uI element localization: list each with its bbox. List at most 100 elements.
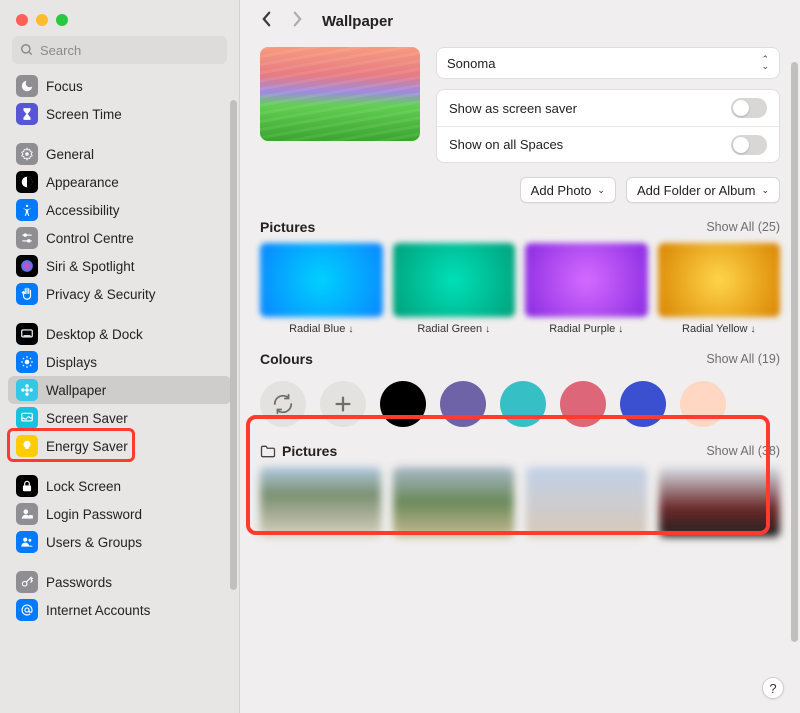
download-icon: ↓ [485,324,490,335]
pictures-section: Pictures Show All (25) Radial Blue↓ Radia… [240,219,800,351]
pictures-folder-section: Pictures Show All (38) [240,443,800,553]
sidebar-item-label: Lock Screen [46,479,121,494]
chevron-down-icon: ⌄ [761,185,769,196]
siri-icon [16,255,38,277]
wallpaper-name: Sonoma [447,56,495,71]
sidebar-item-label: Wallpaper [46,383,106,398]
sliders-icon [16,227,38,249]
colours-show-all[interactable]: Show All (19) [706,352,780,366]
colour-swatch[interactable] [440,381,486,427]
sidebar-item-internet-accounts[interactable]: Internet Accounts [8,596,231,624]
sidebar-item-privacy-security[interactable]: Privacy & Security [8,280,231,308]
show-all-spaces-row: Show on all Spaces [437,126,779,162]
at-icon [16,599,38,621]
wallpaper-thumbnail[interactable]: Radial Purple↓ [525,243,648,335]
pictures-title: Pictures [260,219,315,235]
sidebar-item-label: Appearance [46,175,119,190]
show-screensaver-toggle[interactable] [731,98,767,118]
sidebar-item-label: Displays [46,355,97,370]
fullscreen-window-button[interactable] [56,14,68,26]
users-icon [16,531,38,553]
sidebar-item-passwords[interactable]: Passwords [8,568,231,596]
sidebar-item-control-centre[interactable]: Control Centre [8,224,231,252]
thumbnail-label: Radial Blue↓ [289,323,353,335]
sidebar-item-siri-spotlight[interactable]: Siri & Spotlight [8,252,231,280]
main-panel: Wallpaper Sonoma ⌃⌄ Show as screen saver… [240,0,800,713]
back-button[interactable] [260,10,273,33]
add-buttons-row: Add Photo ⌄ Add Folder or Album ⌄ [240,177,800,219]
sidebar-item-label: Desktop & Dock [46,327,143,342]
sidebar-item-wallpaper[interactable]: Wallpaper [8,376,231,404]
sidebar-item-label: Screen Time [46,107,122,122]
sidebar-item-label: Control Centre [46,231,134,246]
sidebar-item-accessibility[interactable]: Accessibility [8,196,231,224]
add-photo-button[interactable]: Add Photo ⌄ [520,177,616,203]
wallpaper-preview[interactable] [260,47,420,141]
folder-photo-thumbnail[interactable] [659,467,780,537]
flower-icon [16,379,38,401]
wallpaper-select[interactable]: Sonoma ⌃⌄ [436,47,780,79]
shuffle-button[interactable] [260,381,306,427]
moon-icon [16,75,38,97]
show-all-spaces-toggle[interactable] [731,135,767,155]
pictures-folder-title: Pictures [282,443,337,459]
bulb-icon [16,435,38,457]
sidebar-item-label: Users & Groups [46,535,142,550]
folder-photo-thumbnail[interactable] [393,467,514,537]
close-window-button[interactable] [16,14,28,26]
colour-swatch[interactable] [680,381,726,427]
sidebar-item-label: Privacy & Security [46,287,156,302]
sidebar-item-screen-time[interactable]: Screen Time [8,100,231,128]
wallpaper-thumbnail[interactable]: Radial Yellow↓ [658,243,781,335]
hero-section: Sonoma ⌃⌄ Show as screen saver Show on a… [240,47,800,177]
page-title: Wallpaper [322,13,393,30]
key-icon [16,571,38,593]
sidebar-item-desktop-dock[interactable]: Desktop & Dock [8,320,231,348]
sidebar-item-label: General [46,147,94,162]
sidebar-scrollbar[interactable] [230,100,237,590]
sidebar-item-energy-saver[interactable]: Energy Saver [8,432,231,460]
colour-swatch[interactable] [620,381,666,427]
wallpaper-thumbnail[interactable]: Radial Green↓ [393,243,516,335]
folder-photo-thumbnail[interactable] [260,467,381,537]
help-button[interactable]: ? [762,677,784,699]
folder-icon [260,445,276,458]
screensaver-icon [16,407,38,429]
add-folder-button[interactable]: Add Folder or Album ⌄ [626,177,780,203]
colours-title: Colours [260,351,313,367]
gear-icon [16,143,38,165]
colour-swatch[interactable] [380,381,426,427]
forward-button[interactable] [291,10,304,33]
add-colour-button[interactable] [320,381,366,427]
show-screensaver-label: Show as screen saver [449,101,577,116]
wallpaper-thumbnail[interactable]: Radial Blue↓ [260,243,383,335]
sidebar-item-appearance[interactable]: Appearance [8,168,231,196]
sidebar-item-label: Siri & Spotlight [46,259,135,274]
download-icon: ↓ [750,324,755,335]
folder-photo-thumbnail[interactable] [526,467,647,537]
sidebar-item-general[interactable]: General [8,140,231,168]
colours-section: Colours Show All (19) [240,351,800,443]
sidebar-item-displays[interactable]: Displays [8,348,231,376]
accessibility-icon [16,199,38,221]
sidebar-item-lock-screen[interactable]: Lock Screen [8,472,231,500]
window-controls [0,0,239,36]
thumbnail-label: Radial Yellow↓ [682,323,755,335]
sidebar-item-users-groups[interactable]: Users & Groups [8,528,231,556]
sidebar: Focus Screen Time General Appearance Accessi… [0,0,240,713]
sidebar-item-label: Screen Saver [46,411,128,426]
minimize-window-button[interactable] [36,14,48,26]
pictures-show-all[interactable]: Show All (25) [706,220,780,234]
sidebar-item-login-password[interactable]: Login Password [8,500,231,528]
show-all-spaces-label: Show on all Spaces [449,137,563,152]
pictures-folder-show-all[interactable]: Show All (38) [706,444,780,458]
colour-swatch[interactable] [560,381,606,427]
topbar: Wallpaper [240,0,800,47]
search-field[interactable] [12,36,227,64]
hand-icon [16,283,38,305]
sidebar-item-screen-saver[interactable]: Screen Saver [8,404,231,432]
main-scrollbar[interactable] [791,62,798,642]
sidebar-item-focus[interactable]: Focus [8,72,231,100]
search-input[interactable] [40,43,219,58]
colour-swatch[interactable] [500,381,546,427]
